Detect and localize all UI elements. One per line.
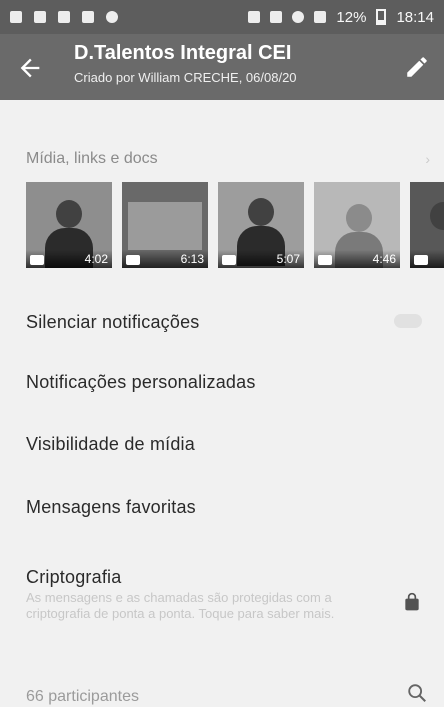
encryption-description[interactable]: As mensagens e as chamadas são protegida…: [26, 590, 376, 622]
mute-toggle[interactable]: [394, 314, 422, 328]
person-icon: [58, 11, 70, 23]
lock-icon: [405, 592, 419, 611]
chevron-right-icon[interactable]: ›: [425, 151, 430, 167]
group-name[interactable]: D.Talentos Integral CEI: [74, 42, 291, 65]
thumbnail-picture: [128, 202, 202, 250]
bluetooth-icon: [248, 11, 261, 23]
wifi-icon: [292, 11, 305, 23]
media-thumbnail[interactable]: 5:07: [218, 182, 304, 268]
video-icon: [30, 255, 44, 265]
pencil-icon[interactable]: [404, 54, 430, 80]
media-thumbnail[interactable]: 6:13: [122, 182, 208, 268]
battery-icon: [376, 9, 387, 25]
sim-icon: [34, 11, 46, 23]
video-duration: 4:46: [372, 252, 396, 266]
thumbnail-person: [56, 200, 82, 228]
clock: 18:14: [396, 8, 434, 26]
nfc-icon: [270, 11, 283, 23]
thumbnail-person: [430, 202, 444, 230]
starred-messages[interactable]: Mensagens favoritas: [26, 497, 196, 518]
mute-notifications[interactable]: Silenciar notificações: [26, 312, 199, 333]
video-icon: [126, 255, 140, 265]
status-bar-left-icons: [10, 11, 118, 23]
chat-notification-icon: [10, 11, 22, 23]
thumbnail-person: [346, 204, 372, 232]
thumbnail-person: [248, 198, 274, 226]
video-icon: [318, 255, 332, 265]
signal-icon: [314, 11, 327, 23]
status-bar-right: 12% 18:14: [248, 9, 434, 26]
media-thumbnail[interactable]: [410, 182, 444, 268]
encryption-title[interactable]: Criptografia: [26, 567, 121, 588]
video-icon: [414, 255, 428, 265]
video-icon: [222, 255, 236, 265]
group-created-by: Criado por William CRECHE, 06/08/20: [74, 70, 297, 85]
video-duration: 4:02: [84, 252, 108, 266]
person-icon: [82, 11, 94, 23]
video-duration: 6:13: [180, 252, 204, 266]
group-info-app-bar: D.Talentos Integral CEI Criado por Willi…: [0, 34, 444, 100]
media-thumbnails: 4:02 6:13 5:07 4:46: [26, 182, 444, 270]
search-icon[interactable]: [406, 682, 428, 704]
battery-percent: 12%: [336, 8, 367, 26]
instagram-icon: [106, 11, 118, 23]
custom-notifications[interactable]: Notificações personalizadas: [26, 372, 256, 393]
arrow-left-icon[interactable]: [16, 54, 44, 82]
video-duration: 5:07: [276, 252, 300, 266]
media-visibility[interactable]: Visibilidade de mídia: [26, 434, 195, 455]
participants-count: 66 participantes: [26, 688, 139, 705]
media-thumbnail[interactable]: 4:46: [314, 182, 400, 268]
media-links-docs-header[interactable]: Mídia, links e docs: [26, 150, 158, 168]
media-thumbnail[interactable]: 4:02: [26, 182, 112, 268]
status-bar: 12% 18:14: [0, 0, 444, 34]
